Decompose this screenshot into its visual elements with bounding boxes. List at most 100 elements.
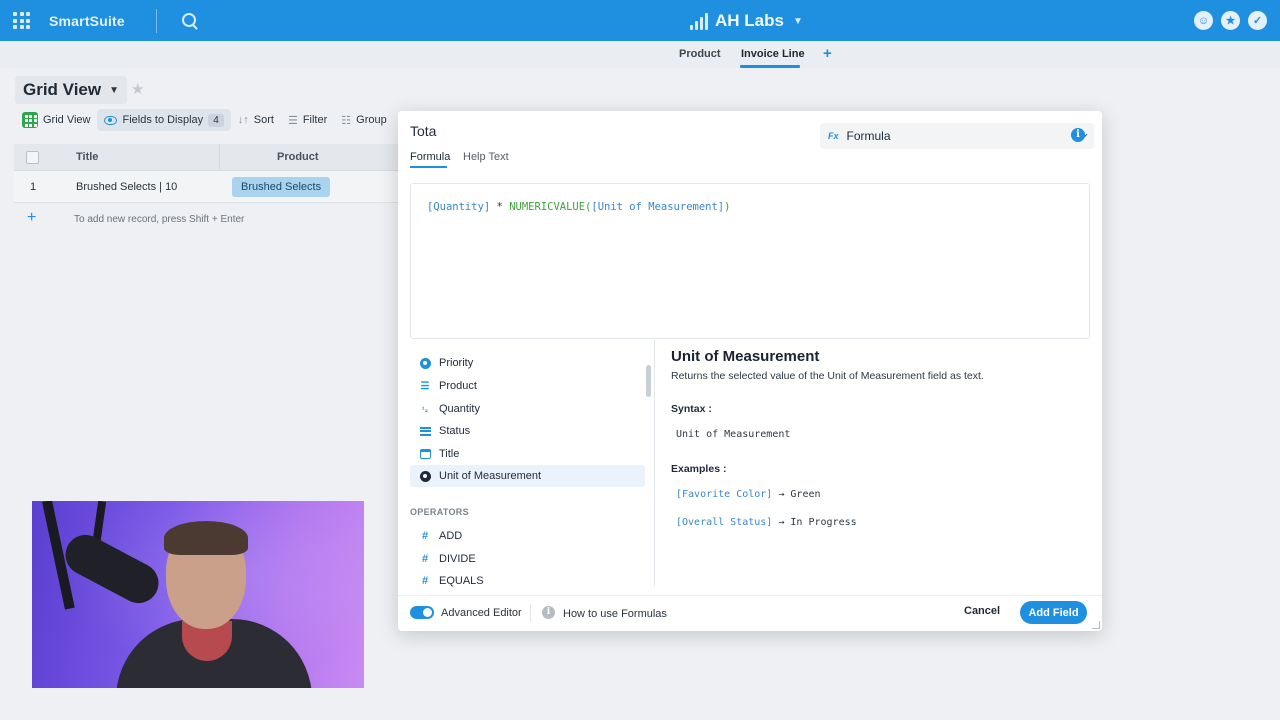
operators-section-label: OPERATORS [410,507,469,517]
footer-divider [398,595,1102,596]
grid-view-button[interactable]: Grid View [15,109,97,131]
syntax-label: Syntax : [671,403,712,415]
title-icon [419,449,431,459]
list-scrollbar[interactable] [646,365,651,397]
group-label: Group [356,114,387,126]
top-bar: SmartSuite AH Labs ▼ ☺ ★ ✓ [0,0,1280,41]
webcam-overlay [32,501,364,688]
add-field-button[interactable]: Add Field [1020,601,1087,624]
cell-title[interactable]: Brushed Selects | 10 [76,181,177,193]
list-item-unit-of-measurement[interactable]: Unit of Measurement [410,465,645,487]
list-item-add[interactable]: # ADD [410,525,645,547]
chevron-down-icon: ▼ [792,15,803,27]
advanced-editor-toggle[interactable] [410,606,434,619]
list-item-label: Unit of Measurement [439,470,542,482]
example-expr: [Overall Status] [676,517,773,528]
list-item-product[interactable]: ☰ Product [410,375,645,397]
filter-label: Filter [302,114,328,126]
list-item-priority[interactable]: Priority [410,352,645,374]
tab-formula[interactable]: Formula [410,151,450,163]
example-2: [Overall Status] → In Progress [676,517,857,528]
presenter-hair [164,521,248,555]
apps-grid-icon[interactable] [13,12,30,29]
records-table: Title Product 1 Brushed Selects | 10 Bru… [14,144,398,234]
field-type-select[interactable]: Fx Formula [820,123,1094,149]
top-right-actions: ☺ ★ ✓ [1194,11,1267,30]
list-item-divide[interactable]: # DIVIDE [410,548,645,570]
cancel-button[interactable]: Cancel [964,605,1000,617]
list-item-status[interactable]: Status [410,420,645,442]
formula-token-field: [Unit of Measurement] [591,201,725,213]
workspace-switcher[interactable]: AH Labs ▼ [690,11,803,31]
view-name: Grid View [23,80,102,99]
formula-editor[interactable]: [Quantity] * NUMERICVALUE([Unit of Measu… [410,183,1090,339]
list-item-label: DIVIDE [439,553,476,565]
single-select-icon [419,470,431,482]
list-item-quantity[interactable]: ¹₂ Quantity [410,398,645,420]
list-item-equals[interactable]: # EQUALS [410,570,645,592]
star-icon[interactable]: ★ [1221,11,1240,30]
group-button[interactable]: ☷ Group [334,109,393,131]
table-tabs: Product Invoice Line + [0,41,1280,68]
search-icon[interactable] [182,13,196,27]
column-header-product[interactable]: Product [277,151,319,163]
chevron-down-icon: ▼ [109,84,120,96]
fields-to-display-button[interactable]: Fields to Display 4 [97,109,231,131]
field-name-input[interactable]: Tota [410,123,436,139]
formula-token-function: NUMERICVALUE( [509,201,592,213]
operator-icon: # [421,575,429,587]
cell-product-tag[interactable]: Brushed Selects [232,177,331,197]
tab-help-text[interactable]: Help Text [463,151,509,163]
view-toolbar: Grid View Fields to Display 4 ↓↑ Sort ☰ … [15,109,394,131]
list-item-label: Title [439,448,460,460]
tab-product[interactable]: Product [679,48,721,60]
favorite-star-icon[interactable]: ★ [131,80,144,98]
eye-icon [104,115,118,125]
advanced-editor-label: Advanced Editor [441,607,522,619]
operator-icon: # [421,530,429,542]
list-item-title[interactable]: Title [410,443,645,465]
reference-details: Unit of Measurement Returns the selected… [671,348,1086,588]
field-type-label: Formula [846,129,891,143]
reference-title: Unit of Measurement [671,348,820,365]
team-icon[interactable]: ☺ [1194,11,1213,30]
how-to-use-formulas-link[interactable]: How to use Formulas [563,608,667,620]
sort-button[interactable]: ↓↑ Sort [231,109,281,131]
reference-description: Returns the selected value of the Unit o… [671,370,984,382]
help-icon[interactable]: i [542,606,555,619]
add-record-row[interactable]: + To add new record, press Shift + Enter [14,204,398,234]
grid-icon [22,112,38,128]
priority-icon [419,357,431,369]
examples-label: Examples : [671,463,727,475]
sort-label: Sort [253,114,274,126]
panel-divider [654,340,655,586]
filter-button[interactable]: ☰ Filter [281,109,334,131]
active-tab-indicator [410,166,447,168]
footer-separator [530,604,531,622]
formula-code: [Quantity] * NUMERICVALUE([Unit of Measu… [427,201,730,213]
list-item-label: Quantity [439,403,480,415]
add-record-icon[interactable]: + [27,209,36,227]
example-expr: [Favorite Color] [676,489,773,500]
tab-invoice-line[interactable]: Invoice Line [741,48,805,60]
field-editor-dialog: Tota Formula Help Text Fx Formula i [Qua… [398,111,1102,631]
formula-icon: Fx [828,131,839,141]
column-header-title[interactable]: Title [76,151,98,163]
brand-logo[interactable]: SmartSuite [49,13,125,29]
group-icon: ☷ [341,114,352,127]
sort-icon: ↓↑ [237,114,249,126]
info-icon[interactable]: i [1071,128,1085,142]
view-selector[interactable]: Grid View ▼ [15,76,128,104]
number-icon: ¹₂ [421,404,429,414]
table-row[interactable]: 1 Brushed Selects | 10 Brushed Selects [14,171,398,203]
check-icon[interactable]: ✓ [1248,11,1267,30]
formula-token-paren: ) [724,201,731,213]
workspace-name: AH Labs [715,11,784,30]
select-all-checkbox[interactable] [26,151,39,164]
formula-token-field: [Quantity] [427,201,491,213]
list-item-label: Priority [439,357,474,369]
row-number: 1 [30,181,37,193]
resize-handle-icon[interactable] [1092,621,1100,629]
example-result: → In Progress [778,517,857,528]
add-table-icon[interactable]: + [823,45,832,62]
